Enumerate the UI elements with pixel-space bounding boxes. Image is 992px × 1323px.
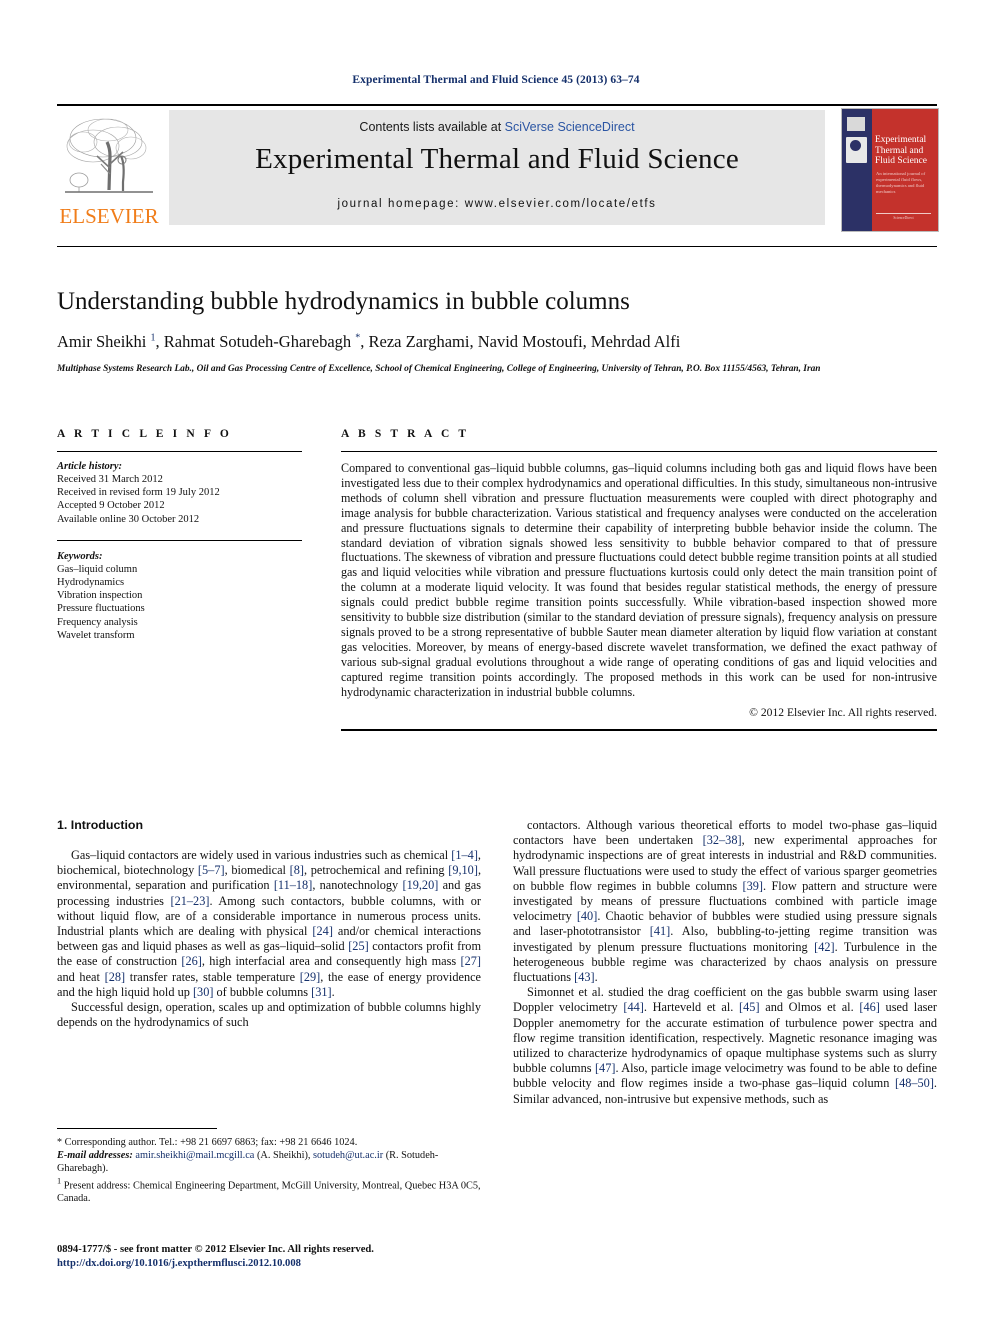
- issn-line: 0894-1777/$ - see front matter © 2012 El…: [57, 1244, 374, 1255]
- body-paragraph: Simonnet et al. studied the drag coeffic…: [513, 985, 937, 1106]
- body-right-column: contactors. Although various theoretical…: [513, 818, 937, 1107]
- page-title: Understanding bubble hydrodynamics in bu…: [57, 288, 630, 315]
- contents-available-line: Contents lists available at SciVerse Sci…: [169, 120, 825, 134]
- cover-etf-logo-icon: [846, 137, 867, 163]
- keyword-item: Wavelet transform: [57, 629, 135, 641]
- email-owner-1: (A. Sheikhi),: [256, 1150, 311, 1161]
- article-history-item: Received 31 March 2012: [57, 474, 163, 485]
- keyword-item: Vibration inspection: [57, 590, 143, 602]
- cover-footer: ScienceDirect: [876, 213, 931, 220]
- body-paragraph: Successful design, operation, scales up …: [57, 1000, 481, 1030]
- issn-doi-block: 0894-1777/$ - see front matter © 2012 El…: [57, 1243, 527, 1270]
- abstract-copyright: © 2012 Elsevier Inc. All rights reserved…: [749, 705, 937, 719]
- footnote-area: * Corresponding author. Tel.: +98 21 669…: [57, 1128, 481, 1205]
- cover-subtitle: An international journal of experimental…: [876, 171, 926, 194]
- journal-masthead: ELSEVIER Contents lists available at Sci…: [57, 104, 939, 232]
- body-paragraph: contactors. Although various theoretical…: [513, 818, 937, 985]
- section-heading-introduction: 1. Introduction: [57, 818, 144, 832]
- email-note: E-mail addresses: amir.sheikhi@mail.mcgi…: [57, 1149, 481, 1175]
- present-address-text: Present address: Chemical Engineering De…: [57, 1180, 481, 1205]
- masthead-banner: Contents lists available at SciVerse Sci…: [169, 110, 825, 225]
- affiliation: Multiphase Systems Research Lab., Oil an…: [57, 364, 821, 374]
- abstract-column: A B S T R A C T Compared to conventional…: [341, 428, 937, 731]
- email-label: E-mail addresses:: [57, 1150, 133, 1161]
- sciencedirect-link[interactable]: SciVerse ScienceDirect: [505, 120, 635, 134]
- email-link-1[interactable]: amir.sheikhi@mail.mcgill.ca: [135, 1150, 254, 1161]
- title-separator-rule: [57, 246, 937, 247]
- article-info-rule: [57, 451, 302, 452]
- elsevier-logo: ELSEVIER: [57, 110, 161, 228]
- author-list: Amir Sheikhi 1, Rahmat Sotudeh-Gharebagh…: [57, 332, 681, 351]
- elsevier-wordmark: ELSEVIER: [59, 204, 159, 228]
- body-left-column: 1. Introduction Gas–liquid contactors ar…: [57, 818, 481, 1030]
- keyword-item: Gas–liquid column: [57, 563, 138, 575]
- article-history-item: Available online 30 October 2012: [57, 513, 200, 525]
- article-history-item: Accepted 9 October 2012: [57, 500, 165, 512]
- corresponding-author-text: Corresponding author. Tel.: +98 21 6697 …: [64, 1137, 358, 1148]
- footnote-rule: [57, 1128, 217, 1129]
- keywords-label: Keywords:: [57, 550, 103, 562]
- asterisk-icon: *: [57, 1137, 62, 1148]
- doi-link[interactable]: http://dx.doi.org/10.1016/j.expthermflus…: [57, 1257, 527, 1271]
- present-address-note: 1 Present address: Chemical Engineering …: [57, 1175, 481, 1205]
- journal-homepage[interactable]: journal homepage: www.elsevier.com/locat…: [169, 198, 825, 210]
- footnote-marker-1: 1: [57, 1177, 62, 1186]
- abstract-bottom-rule: [341, 728, 937, 731]
- article-info-column: A R T I C L E I N F O Article history: R…: [57, 428, 302, 642]
- paper-page: Experimental Thermal and Fluid Science 4…: [0, 0, 992, 1323]
- article-history-label: Article history:: [57, 461, 123, 472]
- keywords-separator-rule: [57, 539, 302, 541]
- keyword-item: Frequency analysis: [57, 616, 138, 628]
- body-paragraph: Gas–liquid contactors are widely used in…: [57, 848, 482, 999]
- contents-prefix: Contents lists available at: [359, 120, 505, 134]
- elsevier-tree-icon: [63, 112, 155, 200]
- article-info-heading: A R T I C L E I N F O: [57, 428, 232, 440]
- running-head: Experimental Thermal and Fluid Science 4…: [352, 74, 640, 86]
- abstract-heading: A B S T R A C T: [341, 428, 470, 440]
- corresponding-author-note: * Corresponding author. Tel.: +98 21 669…: [57, 1136, 481, 1149]
- keyword-item: Hydrodynamics: [57, 577, 125, 589]
- cover-title: Experimental Thermal and Fluid Science: [875, 135, 927, 166]
- cover-publisher-mark-icon: [847, 117, 865, 131]
- masthead-top-rule: [57, 104, 937, 106]
- keyword-item: Pressure fluctuations: [57, 603, 145, 615]
- journal-title: Experimental Thermal and Fluid Science: [255, 143, 739, 175]
- journal-cover-thumbnail: Experimental Thermal and Fluid Science A…: [841, 108, 939, 232]
- abstract-rule: [341, 451, 937, 452]
- article-history-item: Received in revised form 19 July 2012: [57, 487, 220, 499]
- email-link-2[interactable]: sotudeh@ut.ac.ir: [313, 1150, 383, 1161]
- abstract-text: Compared to conventional gas–liquid bubb…: [341, 461, 937, 699]
